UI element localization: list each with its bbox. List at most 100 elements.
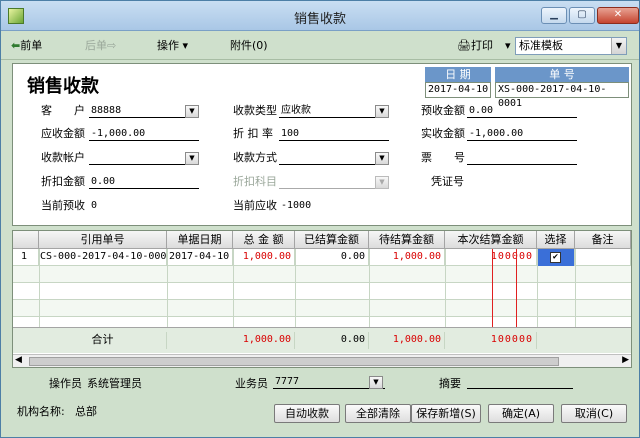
actions-menu[interactable]: 操作 ▾ [157, 37, 188, 55]
settled-cell[interactable]: 0.00 [295, 249, 369, 266]
table-row[interactable]: 1 CS-000-2017-04-10-0001 2017-04-10 1,00… [13, 249, 631, 266]
number-field[interactable]: XS-000-2017-04-10-0001 [495, 82, 629, 109]
ok-button[interactable]: 确定(A) [488, 404, 554, 423]
org-value: 总部 [75, 405, 97, 418]
chevron-down-icon: ▼ [611, 38, 626, 54]
total-settled-cell: 0.00 [295, 332, 369, 349]
note-cell[interactable] [575, 249, 631, 266]
current-settlement-cell[interactable]: 100000 [445, 249, 537, 266]
next-button[interactable]: 后单⇨ [85, 37, 116, 55]
template-select[interactable]: 标准模板 ▼ [515, 37, 627, 55]
scroll-thumb[interactable] [29, 357, 559, 366]
title-bar: 销售收款 ▁ ▢ ✕ [1, 1, 639, 31]
discount-amount-label: 折扣金额 [41, 175, 85, 188]
table-row-empty[interactable] [13, 266, 631, 283]
toolbar: ⬅前单 后单⇨ 操作 ▾ 附件(0) 🖨打印 ▾ 标准模板 ▼ [1, 32, 639, 60]
checkbox[interactable]: ✔ [550, 252, 561, 263]
table-row-empty[interactable] [13, 300, 631, 317]
receivable-label: 应收金额 [41, 127, 85, 140]
arrow-right-icon: ⇨ [107, 39, 117, 52]
print-options-caret[interactable]: ▾ [505, 37, 511, 55]
receipt-type-field[interactable]: 应收款 [279, 104, 389, 118]
current-prepaid-label: 当前预收 [41, 199, 85, 212]
column-header[interactable]: 待结算金额 [369, 231, 445, 249]
total-current-cell: 100000 [445, 332, 537, 349]
date-cell[interactable]: 2017-04-10 [167, 249, 233, 266]
sales-receipt-window: 销售收款 ▁ ▢ ✕ ⬅前单 后单⇨ 操作 ▾ 附件(0) 🖨打印 ▾ 标准模板… [0, 0, 640, 438]
total-label: 合计 [39, 332, 167, 349]
customer-field[interactable]: 88888 [89, 104, 199, 118]
minimize-button[interactable]: ▁ [541, 7, 567, 24]
method-dropdown-icon[interactable]: ▼ [375, 152, 389, 165]
prepaid-field[interactable]: 0.00 [467, 104, 577, 118]
horizontal-scrollbar[interactable]: ◀ ▶ [13, 354, 631, 367]
column-header[interactable]: 备注 [575, 231, 631, 249]
ticket-field[interactable] [467, 151, 577, 165]
receivable-field[interactable]: -1,000.00 [89, 127, 199, 141]
form-title: 销售收款 [27, 76, 99, 97]
form-panel: 销售收款 日 期 2017-04-10 单 号 XS-000-2017-04-1… [12, 63, 632, 226]
operator-label: 操作员 [49, 377, 82, 390]
operator-value: 系统管理员 [87, 377, 142, 390]
pending-cell[interactable]: 1,000.00 [369, 249, 445, 266]
cancel-button[interactable]: 取消(C) [561, 404, 627, 423]
clear-all-button[interactable]: 全部清除 [345, 404, 411, 423]
current-prepaid-value: 0 [91, 200, 98, 211]
discount-subject-field [279, 175, 389, 189]
prev-button[interactable]: ⬅前单 [11, 37, 42, 55]
method-field[interactable] [279, 151, 389, 165]
salesman-dropdown-icon[interactable]: ▼ [369, 376, 383, 389]
account-field[interactable] [89, 151, 199, 165]
discount-subject-label: 折扣科目 [233, 175, 277, 188]
summary-field[interactable] [467, 375, 573, 389]
discount-subject-dropdown-icon: ▼ [375, 176, 389, 189]
total-pending-cell: 1,000.00 [369, 332, 445, 349]
settlement-grid: 引用单号 单据日期 总 金 额 已结算金额 待结算金额 本次结算金额 选择 备注… [12, 230, 632, 368]
customer-dropdown-icon[interactable]: ▼ [185, 105, 199, 118]
caret-down-icon: ▾ [179, 39, 189, 52]
attachment-button[interactable]: 附件(0) [230, 37, 268, 55]
scroll-left-icon[interactable]: ◀ [15, 355, 22, 365]
column-header[interactable]: 选择 [537, 231, 575, 249]
ticket-label: 票 号 [421, 151, 465, 164]
discount-rate-field[interactable]: 100 [279, 127, 389, 141]
receipt-type-dropdown-icon[interactable]: ▼ [375, 105, 389, 118]
discount-rate-label: 折 扣 率 [233, 127, 273, 140]
salesman-label: 业务员 [235, 377, 268, 390]
select-cell[interactable]: ✔ [537, 249, 575, 266]
column-header[interactable]: 单据日期 [167, 231, 233, 249]
table-row-empty[interactable] [13, 283, 631, 300]
discount-amount-field[interactable]: 0.00 [89, 175, 199, 189]
scroll-right-icon[interactable]: ▶ [622, 355, 629, 365]
total-total-cell: 1,000.00 [233, 332, 295, 349]
save-new-button[interactable]: 保存新增(S) [411, 404, 481, 423]
date-field[interactable]: 2017-04-10 [425, 82, 491, 98]
date-header: 日 期 [425, 67, 491, 82]
maximize-button[interactable]: ▢ [569, 7, 595, 24]
ref-number-cell[interactable]: CS-000-2017-04-10-0001 [39, 249, 167, 266]
column-header[interactable]: 引用单号 [39, 231, 167, 249]
print-button[interactable]: 🖨打印 [457, 37, 493, 55]
auto-receipt-button[interactable]: 自动收款 [274, 404, 340, 423]
column-header[interactable]: 已结算金额 [295, 231, 369, 249]
summary-label: 摘要 [439, 377, 461, 390]
number-header: 单 号 [495, 67, 629, 82]
printer-icon: 🖨 [457, 39, 471, 52]
receipt-type-label: 收款类型 [233, 104, 277, 117]
column-header[interactable]: 本次结算金额 [445, 231, 537, 249]
arrow-left-icon: ⬅ [11, 39, 21, 52]
account-dropdown-icon[interactable]: ▼ [185, 152, 199, 165]
actual-field[interactable]: -1,000.00 [467, 127, 577, 141]
org-label: 机构名称: [17, 405, 65, 418]
close-button[interactable]: ✕ [597, 7, 639, 24]
total-cell[interactable]: 1,000.00 [233, 249, 295, 266]
current-receivable-label: 当前应收 [233, 199, 277, 212]
column-header[interactable]: 总 金 额 [233, 231, 295, 249]
row-index: 1 [13, 249, 39, 266]
grid-corner [13, 231, 39, 249]
total-row: 合计 1,000.00 0.00 1,000.00 100000 [13, 327, 631, 353]
voucher-label: 凭证号 [431, 175, 464, 188]
customer-label: 客 户 [41, 104, 85, 117]
current-receivable-value: -1000 [281, 200, 312, 211]
prepaid-label: 预收金额 [421, 104, 465, 117]
